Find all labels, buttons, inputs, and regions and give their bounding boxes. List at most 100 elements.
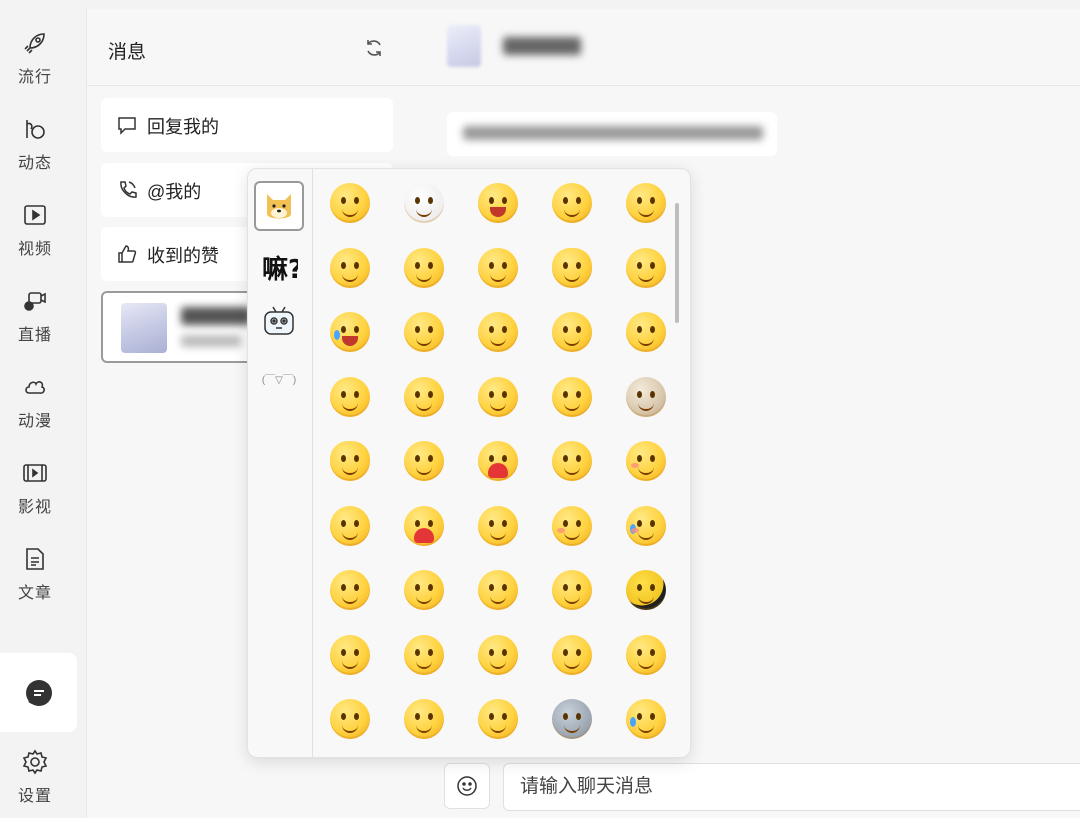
category-reply[interactable]: 回复我的: [101, 98, 393, 152]
emoji-item[interactable]: [626, 699, 666, 739]
emoji-item[interactable]: [552, 505, 592, 546]
emoji-item[interactable]: [478, 570, 518, 610]
emoji-item[interactable]: [330, 312, 370, 352]
nav-item-video[interactable]: 视频: [0, 190, 70, 270]
article-icon: [26, 547, 44, 570]
message-header: 消息: [87, 9, 417, 86]
blurred-chat-title: [503, 37, 581, 55]
emoji-item[interactable]: [404, 312, 444, 352]
package-tab-tv[interactable]: [254, 297, 304, 347]
rocket-icon: [24, 32, 45, 54]
emoji-item[interactable]: [552, 183, 592, 223]
reply-bubble-icon: [118, 117, 136, 135]
emoji-item[interactable]: [330, 376, 370, 417]
nav-item-trending[interactable]: 流行: [0, 18, 70, 98]
emoji-item[interactable]: [478, 312, 518, 352]
category-label: @我的: [147, 182, 202, 202]
emoji-item[interactable]: [330, 699, 370, 739]
nav-item-messages[interactable]: [0, 653, 77, 732]
emoji-item[interactable]: [478, 247, 518, 288]
emoji-item[interactable]: [626, 570, 666, 610]
emoji-item[interactable]: [626, 247, 666, 288]
nav-label: 视频: [17, 240, 52, 258]
thumbs-up-icon: [118, 245, 137, 263]
nav-item-article[interactable]: 文章: [0, 534, 70, 614]
emoji-item[interactable]: [404, 505, 444, 546]
film-icon: [23, 463, 47, 482]
doge-package-icon: [267, 194, 291, 219]
emoji-item[interactable]: [626, 183, 666, 223]
nav-item-live[interactable]: 直播: [0, 276, 70, 356]
nav-label: 设置: [17, 787, 52, 805]
emoji-item[interactable]: [552, 376, 592, 417]
emoji-item[interactable]: [404, 376, 444, 417]
emoji-item[interactable]: [330, 505, 370, 546]
emoji-item[interactable]: [330, 441, 370, 481]
nav-label: 文章: [17, 584, 52, 602]
avatar: [447, 25, 481, 67]
emoji-popup: 嘛? (￣▽￣): [247, 168, 691, 758]
emoji-item[interactable]: [330, 183, 370, 223]
emoji-item[interactable]: [330, 570, 370, 610]
emoji-scrollbar[interactable]: [675, 203, 679, 323]
kaomoji-package-icon: (￣▽￣): [261, 374, 297, 386]
svg-text:嘛?: 嘛?: [262, 254, 298, 284]
live-camera-icon: [24, 291, 46, 311]
emoji-item[interactable]: [552, 312, 592, 352]
nav-label: 影视: [17, 498, 52, 516]
refresh-icon[interactable]: [363, 37, 385, 59]
emoji-package-list: 嘛? (￣▽￣): [248, 169, 313, 757]
emoji-item[interactable]: [404, 441, 444, 481]
package-tab-kaomoji[interactable]: (￣▽￣): [254, 353, 304, 403]
emoji-item[interactable]: [404, 699, 444, 739]
emoji-item[interactable]: [552, 699, 592, 739]
nav-label: 动漫: [17, 412, 52, 430]
emoji-button[interactable]: [444, 763, 490, 809]
emoji-item[interactable]: [330, 634, 370, 675]
emoji-item[interactable]: [626, 634, 666, 675]
emoji-item[interactable]: [404, 183, 444, 223]
emoji-item[interactable]: [404, 570, 444, 610]
emoji-item[interactable]: [626, 505, 666, 546]
nav-item-settings[interactable]: 设置: [0, 737, 70, 817]
chat-bubble-icon: [25, 679, 52, 706]
emoji-item[interactable]: [552, 634, 592, 675]
emoji-item[interactable]: [330, 247, 370, 288]
dynamics-icon: [26, 119, 45, 139]
emoji-item[interactable]: [478, 376, 518, 417]
emoji-item[interactable]: [404, 634, 444, 675]
emoji-item[interactable]: [478, 634, 518, 675]
nav-item-anime[interactable]: 动漫: [0, 362, 70, 442]
at-phone-icon: [120, 181, 137, 198]
emoji-grid: [330, 183, 670, 757]
nav-label: 动态: [17, 154, 52, 172]
video-play-icon: [24, 204, 46, 225]
smile-icon: [457, 776, 477, 796]
emoji-item[interactable]: [552, 441, 592, 481]
emoji-item[interactable]: [478, 505, 518, 546]
package-tab-doge[interactable]: [254, 181, 304, 231]
gear-icon: [22, 749, 48, 774]
emoji-item[interactable]: [478, 441, 518, 481]
page-title: 消息: [108, 42, 147, 63]
category-label: 收到的赞: [147, 246, 219, 266]
emoji-item[interactable]: [626, 376, 666, 417]
blurred-message: [463, 126, 763, 140]
emoji-item[interactable]: [626, 441, 666, 481]
anime-cloud-icon: [25, 380, 45, 394]
nav-item-film[interactable]: 影视: [0, 448, 70, 528]
emoji-item[interactable]: [552, 247, 592, 288]
message-bubble: [447, 112, 777, 156]
emoji-item[interactable]: [552, 570, 592, 610]
emoji-item[interactable]: [404, 247, 444, 288]
nav-item-dynamics[interactable]: 动态: [0, 104, 70, 184]
nav-label: 流行: [17, 68, 52, 86]
emoji-item[interactable]: [478, 699, 518, 739]
emoji-item[interactable]: [478, 183, 518, 223]
nav-label: 直播: [17, 326, 52, 344]
tv-package-icon: [264, 306, 294, 335]
package-tab-text[interactable]: 嘛?: [254, 243, 304, 293]
emoji-item[interactable]: [626, 312, 666, 352]
chat-input[interactable]: [503, 763, 1080, 811]
blurred-preview: [181, 335, 241, 347]
